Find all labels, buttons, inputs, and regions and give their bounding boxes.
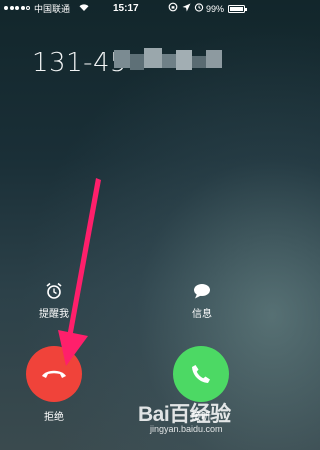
battery-icon [228,5,247,13]
decline-button[interactable] [26,346,82,402]
battery-percent: 99% [206,4,225,14]
phone-icon [192,365,210,383]
rotation-lock-icon [168,0,178,18]
alarm-icon [194,0,204,18]
signal-dots-icon [4,6,30,10]
speech-bubble-icon [194,284,210,299]
carrier-name: 中国联通 [34,4,71,14]
remind-me-button[interactable]: 提醒我 [36,281,72,320]
remind-me-label: 提醒我 [39,309,69,320]
status-bar: 中国联通 15:17 99% [0,0,253,18]
decline-label: 拒绝 [44,412,64,423]
caller-number: 131-45 [32,48,128,78]
watermark-url: jingyan.baidu.com [150,424,223,434]
wifi-icon [79,0,89,18]
hang-up-phone-icon [42,370,66,378]
message-label: 信息 [192,309,212,320]
accept-button[interactable] [173,346,229,402]
location-arrow-icon [182,0,191,18]
number-mosaic-redaction [114,44,222,74]
message-button[interactable]: 信息 [184,281,220,320]
alarm-clock-icon [46,282,62,299]
status-time: 15:17 [113,3,139,14]
